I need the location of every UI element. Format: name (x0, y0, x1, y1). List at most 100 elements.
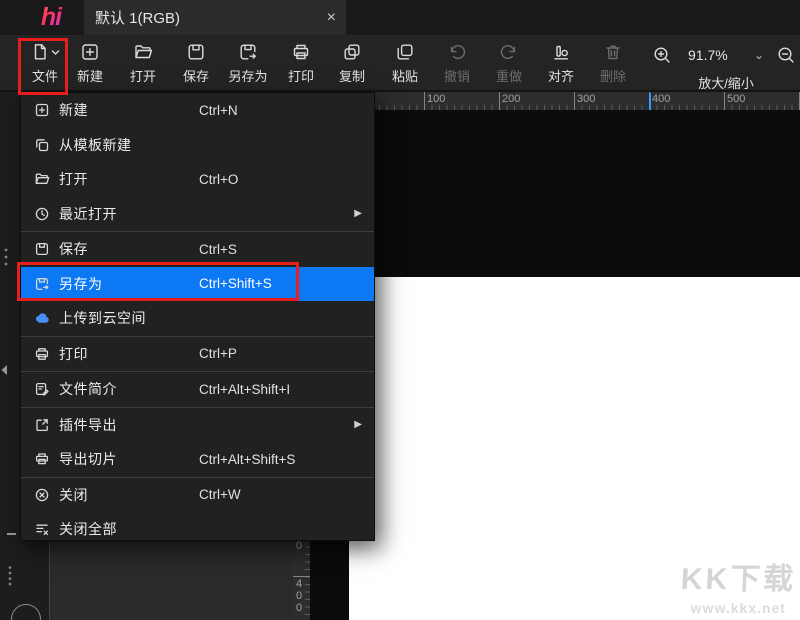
menu-item-open[interactable]: 打开 Ctrl+O (21, 162, 374, 197)
zoom-chevron-down-icon[interactable]: ⌄ (754, 48, 764, 62)
menu-item-label: 关闭 (59, 486, 88, 503)
menu-item-label: 另存为 (59, 275, 103, 292)
new-button-label: 新建 (76, 69, 103, 84)
hruler-label: 500 (727, 93, 746, 105)
menu-item-label: 关闭全部 (59, 521, 117, 538)
cursor-position-marker (649, 93, 651, 110)
vruler-tick-400 (293, 576, 310, 577)
menu-item-shortcut: Ctrl+O (199, 171, 239, 187)
watermark-url: www.kkx.net (690, 600, 786, 616)
menu-item-save[interactable]: 保存 Ctrl+S (21, 232, 374, 267)
close-all-icon (34, 521, 50, 537)
menu-item-shortcut: Ctrl+N (199, 102, 238, 118)
file-info-icon (34, 381, 50, 397)
menu-item-plugin-export[interactable]: 插件导出 ▶ (21, 408, 374, 443)
menu-item-label: 最近打开 (59, 205, 117, 222)
save-button-label: 保存 (182, 69, 209, 84)
menu-item-close-all[interactable]: 关闭全部 (21, 512, 374, 547)
menu-item-label: 导出切片 (59, 451, 117, 468)
vruler-digit: 4 (296, 578, 303, 590)
tool-circle-icon[interactable] (11, 604, 41, 620)
zoom-out-icon[interactable] (776, 45, 796, 70)
undo-button-label: 撤销 (443, 69, 470, 84)
save-icon (34, 241, 50, 257)
document-tab-title: 默认 1(RGB) (95, 10, 181, 27)
menu-item-label: 文件简介 (59, 381, 117, 398)
new-button[interactable]: 新建 (62, 40, 118, 88)
plugin-export-icon (34, 417, 50, 433)
menu-item-shortcut: Ctrl+S (199, 241, 237, 257)
menu-item-print[interactable]: 打印 Ctrl+P (21, 337, 374, 372)
tool-dash-icon (7, 533, 16, 535)
hruler-label: 400 (652, 93, 671, 105)
horizontal-ruler: 100 200 300 400 500 (310, 92, 800, 110)
watermark: KK下载 www.kkx.net (679, 554, 797, 616)
menu-item-export-slices[interactable]: 导出切片 Ctrl+Alt+Shift+S (21, 442, 374, 477)
copy-button[interactable]: 复制 (324, 40, 380, 88)
close-circle-icon (34, 487, 50, 503)
undo-icon (447, 40, 467, 64)
zoom-control-label: 放大/缩小 (698, 76, 754, 91)
paste-icon (395, 40, 415, 64)
open-button[interactable]: 打开 (115, 40, 171, 88)
copy-button-label: 复制 (338, 69, 365, 84)
menu-item-recent[interactable]: 最近打开 ▶ (21, 197, 374, 232)
save-as-icon (238, 40, 258, 64)
print-icon (291, 40, 311, 64)
hruler-tick-100 (424, 92, 425, 110)
menu-item-save-as[interactable]: 另存为 Ctrl+Shift+S (21, 266, 374, 301)
document-canvas[interactable]: KK下载 www.kkx.net (349, 277, 800, 620)
open-button-label: 打开 (129, 69, 156, 84)
cloud-upload-icon (34, 310, 50, 326)
align-button-label: 对齐 (547, 69, 574, 84)
tab-close-icon[interactable]: × (327, 0, 336, 35)
menu-item-close[interactable]: 关闭 Ctrl+W (21, 478, 374, 513)
menu-item-label: 新建 (59, 102, 88, 119)
hruler-label: 100 (427, 93, 446, 105)
menu-item-new-from-template[interactable]: 从模板新建 (21, 128, 374, 163)
main-toolbar: 文件 新建 打开 保存 另存为 打印 复制 粘贴 撤销 重做 对齐 删除 91.… (0, 35, 800, 92)
file-menu-dropdown: 新建 Ctrl+N 从模板新建 打开 Ctrl+O 最近打开 ▶ 保存 Ctrl… (20, 92, 375, 541)
zoom-in-icon[interactable] (652, 45, 672, 70)
redo-icon (499, 40, 519, 64)
file-button-label: 文件 (31, 69, 58, 84)
app-window: hi 默认 1(RGB) × 文件 新建 打开 保存 另存为 打印 复制 粘贴 … (0, 0, 800, 620)
new-icon (80, 40, 100, 64)
drag-handle-dots-icon (4, 248, 8, 266)
menu-item-file-info[interactable]: 文件简介 Ctrl+Alt+Shift+I (21, 372, 374, 407)
delete-button-label: 删除 (599, 69, 626, 84)
menu-item-label: 打印 (59, 345, 88, 362)
title-bar: hi 默认 1(RGB) × (0, 0, 800, 35)
save-button[interactable]: 保存 (168, 40, 224, 88)
zoom-percent-value[interactable]: 91.7% (688, 47, 728, 63)
align-icon (551, 40, 571, 64)
recent-clock-icon (34, 206, 50, 222)
print-button[interactable]: 打印 (273, 40, 329, 88)
menu-item-label: 保存 (59, 241, 88, 258)
open-folder-icon (133, 40, 153, 64)
menu-item-label: 上传到云空间 (59, 310, 146, 327)
hruler-tick-200 (499, 92, 500, 110)
menu-item-upload-cloud[interactable]: 上传到云空间 (21, 301, 374, 336)
delete-button[interactable]: 删除 (585, 40, 641, 88)
menu-item-new[interactable]: 新建 Ctrl+N (21, 93, 374, 128)
chevron-down-icon (51, 49, 60, 55)
menu-item-label: 打开 (59, 171, 88, 188)
hruler-label: 300 (577, 93, 596, 105)
document-tab[interactable]: 默认 1(RGB) × (84, 0, 346, 35)
hruler-label: 200 (502, 93, 521, 105)
align-button[interactable]: 对齐 (533, 40, 589, 88)
hruler-tick-300 (574, 92, 575, 110)
undo-button[interactable]: 撤销 (429, 40, 485, 88)
print-button-label: 打印 (287, 69, 314, 84)
menu-item-shortcut: Ctrl+Alt+Shift+I (199, 381, 291, 397)
template-icon (34, 137, 50, 153)
paste-button[interactable]: 粘贴 (377, 40, 433, 88)
menu-item-shortcut: Ctrl+Shift+S (199, 276, 272, 292)
collapse-arrow-icon[interactable] (0, 364, 8, 376)
redo-button[interactable]: 重做 (481, 40, 537, 88)
watermark-title: KK下载 (679, 563, 797, 596)
trash-icon (603, 40, 623, 64)
save-as-button[interactable]: 另存为 (220, 40, 276, 88)
vruler-digit: 0 (296, 590, 303, 602)
